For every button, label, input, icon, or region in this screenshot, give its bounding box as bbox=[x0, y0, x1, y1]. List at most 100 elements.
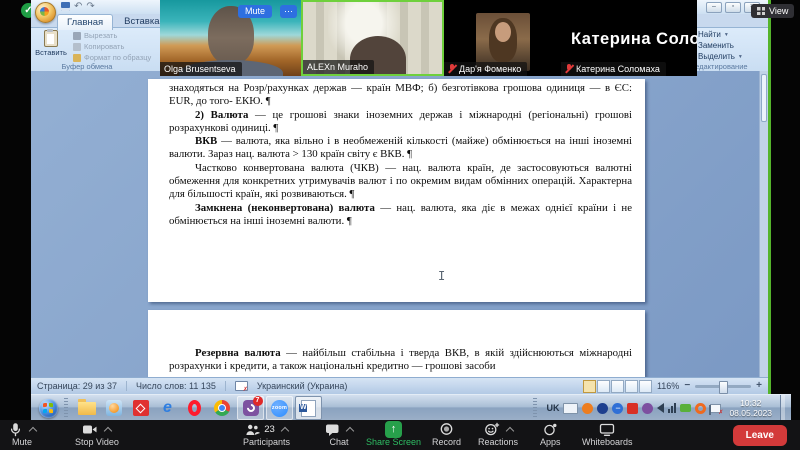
participants-options-chevron[interactable] bbox=[281, 427, 289, 435]
tab-home[interactable]: Главная bbox=[57, 14, 113, 30]
tray-red-icon[interactable] bbox=[627, 403, 638, 414]
zoom-control-bar: Mute Stop Video 23 Participant bbox=[0, 420, 800, 450]
minimize-button[interactable]: – bbox=[706, 2, 722, 13]
spellcheck-icon[interactable] bbox=[235, 381, 248, 391]
taskbar-media-player-button[interactable] bbox=[100, 396, 127, 420]
participants-button[interactable]: 23 Participants bbox=[243, 422, 290, 447]
action-center-flag-icon[interactable] bbox=[710, 404, 721, 413]
gallery-grid-icon bbox=[757, 7, 765, 15]
whiteboards-button[interactable]: Whiteboards bbox=[582, 422, 633, 447]
mute-button[interactable]: Mute bbox=[8, 422, 36, 447]
participant-tile-alexn-active-speaker[interactable]: ALEXn Muraho bbox=[301, 0, 444, 76]
save-icon[interactable] bbox=[61, 2, 70, 11]
document-page-1[interactable]: знаходяться на Розр/рахунках держав — кр… bbox=[148, 79, 645, 302]
record-button[interactable]: Record bbox=[432, 422, 461, 447]
zoom-out-button[interactable]: − bbox=[684, 381, 690, 391]
zoom-level[interactable]: 116% bbox=[657, 381, 679, 391]
folder-icon bbox=[78, 402, 96, 415]
taskbar-explorer-button[interactable] bbox=[73, 396, 100, 420]
keyboard-language[interactable]: UK bbox=[546, 403, 559, 413]
web-view-button[interactable] bbox=[611, 380, 624, 393]
restore-button[interactable]: ▫ bbox=[725, 2, 741, 13]
taskbar-word-button[interactable] bbox=[295, 396, 322, 420]
show-desktop-button[interactable] bbox=[780, 395, 785, 421]
muted-mic-icon bbox=[565, 64, 573, 74]
taskbar-chrome-button[interactable] bbox=[208, 396, 235, 420]
taskbar-internet-explorer-button[interactable]: e bbox=[154, 396, 181, 420]
taskbar-zoom-button[interactable]: zoom bbox=[266, 396, 293, 420]
video-options-chevron[interactable] bbox=[104, 427, 112, 435]
more-options-button[interactable]: ⋯ bbox=[280, 5, 297, 18]
media-player-icon bbox=[106, 400, 122, 416]
tray-violet-icon[interactable] bbox=[642, 403, 653, 414]
outline-view-button[interactable] bbox=[625, 380, 638, 393]
paragraph: ВКВ — валюта, яка вільно і в необмеженій… bbox=[169, 135, 632, 162]
language-indicator[interactable]: Украинский (Украина) bbox=[257, 381, 348, 391]
reactions-button[interactable]: Reactions bbox=[478, 422, 518, 447]
tray-green-display-icon[interactable] bbox=[680, 404, 691, 412]
record-icon bbox=[439, 422, 454, 437]
participant-tile-kateryna[interactable]: Катерина Соло.. Катерина Соломаха bbox=[561, 0, 697, 76]
start-button[interactable] bbox=[39, 399, 58, 418]
participant-tile-olga[interactable]: Mute ⋯ Olga Brusentseva bbox=[160, 0, 301, 76]
taskbar-clock[interactable]: 10:32 08.05.2023 bbox=[725, 398, 776, 418]
taskbar-viber-button[interactable]: 7 bbox=[237, 396, 264, 420]
fullscreen-view-button[interactable] bbox=[597, 380, 610, 393]
notification-badge: 7 bbox=[253, 396, 263, 406]
chat-button[interactable]: Chat bbox=[325, 422, 353, 447]
leave-button[interactable]: Leave bbox=[733, 425, 787, 446]
draft-view-button[interactable] bbox=[639, 380, 652, 393]
whiteboard-icon bbox=[599, 422, 615, 437]
select-button[interactable]: Выделить▼ bbox=[688, 52, 760, 61]
word-icon bbox=[301, 400, 316, 417]
view-mode-buttons[interactable] bbox=[583, 380, 652, 393]
apps-button[interactable]: Apps bbox=[540, 422, 561, 447]
opera-icon bbox=[188, 400, 201, 416]
cut-button[interactable]: Вырезать bbox=[73, 31, 151, 40]
view-button[interactable]: View bbox=[751, 4, 794, 18]
undo-icon[interactable]: ↶ bbox=[74, 2, 82, 11]
copy-button[interactable]: Копировать bbox=[73, 42, 151, 51]
viber-icon: 7 bbox=[243, 400, 259, 416]
replace-button[interactable]: Заменить bbox=[688, 41, 760, 50]
chat-icon bbox=[325, 423, 340, 437]
participant-name: ALEXn Muraho bbox=[303, 60, 374, 74]
format-painter-button[interactable]: Формат по образцу bbox=[73, 53, 151, 62]
tray-orange-ring-icon[interactable] bbox=[695, 403, 706, 414]
keyboard-icon[interactable] bbox=[563, 403, 578, 414]
stop-video-button[interactable]: Stop Video bbox=[75, 422, 119, 447]
paste-label: Вставить bbox=[35, 48, 67, 57]
tray-navy-icon[interactable] bbox=[597, 403, 608, 414]
zoom-in-button[interactable]: + bbox=[756, 381, 762, 391]
share-screen-icon: ↑ bbox=[385, 421, 402, 438]
print-layout-view-button[interactable] bbox=[583, 380, 596, 393]
zoom-slider[interactable] bbox=[695, 385, 751, 388]
paste-button[interactable]: Вставить bbox=[35, 30, 67, 66]
chrome-icon bbox=[214, 400, 230, 416]
mute-participant-button[interactable]: Mute bbox=[238, 5, 272, 18]
participant-tile-daria[interactable]: Дар'я Фоменко bbox=[444, 0, 561, 76]
office-button[interactable] bbox=[35, 2, 56, 23]
mute-options-chevron[interactable] bbox=[29, 427, 37, 435]
next-participants-arrow[interactable]: › bbox=[709, 31, 714, 48]
network-icon[interactable] bbox=[668, 403, 676, 413]
tray-blue-icon[interactable]: − bbox=[612, 403, 623, 414]
volume-icon[interactable] bbox=[657, 403, 664, 413]
taskbar-red-app-button[interactable] bbox=[127, 396, 154, 420]
tray-orange-icon[interactable] bbox=[582, 403, 593, 414]
redo-icon[interactable]: ↷ bbox=[86, 2, 94, 11]
reactions-options-chevron[interactable] bbox=[505, 427, 513, 435]
vertical-scrollbar[interactable] bbox=[759, 71, 768, 378]
document-page-2[interactable]: Резервна валюта — найбільш стабільна і т… bbox=[148, 310, 645, 378]
taskbar-opera-button[interactable] bbox=[181, 396, 208, 420]
camera-icon bbox=[82, 422, 98, 437]
participants-count: 23 bbox=[264, 424, 275, 435]
paragraph: 2) Валюта — це грошові знаки іноземних д… bbox=[169, 109, 632, 136]
document-area[interactable]: знаходяться на Розр/рахунках держав — кр… bbox=[31, 71, 768, 378]
word-count[interactable]: Число слов: 11 135 bbox=[136, 381, 216, 391]
chat-options-chevron[interactable] bbox=[346, 427, 354, 435]
share-screen-button[interactable]: ↑ Share Screen bbox=[366, 422, 421, 447]
clipboard-items: Вырезать Копировать Формат по образцу bbox=[73, 31, 151, 62]
page-indicator[interactable]: Страница: 29 из 37 bbox=[37, 381, 117, 391]
find-button[interactable]: Найти▼ bbox=[688, 30, 760, 39]
